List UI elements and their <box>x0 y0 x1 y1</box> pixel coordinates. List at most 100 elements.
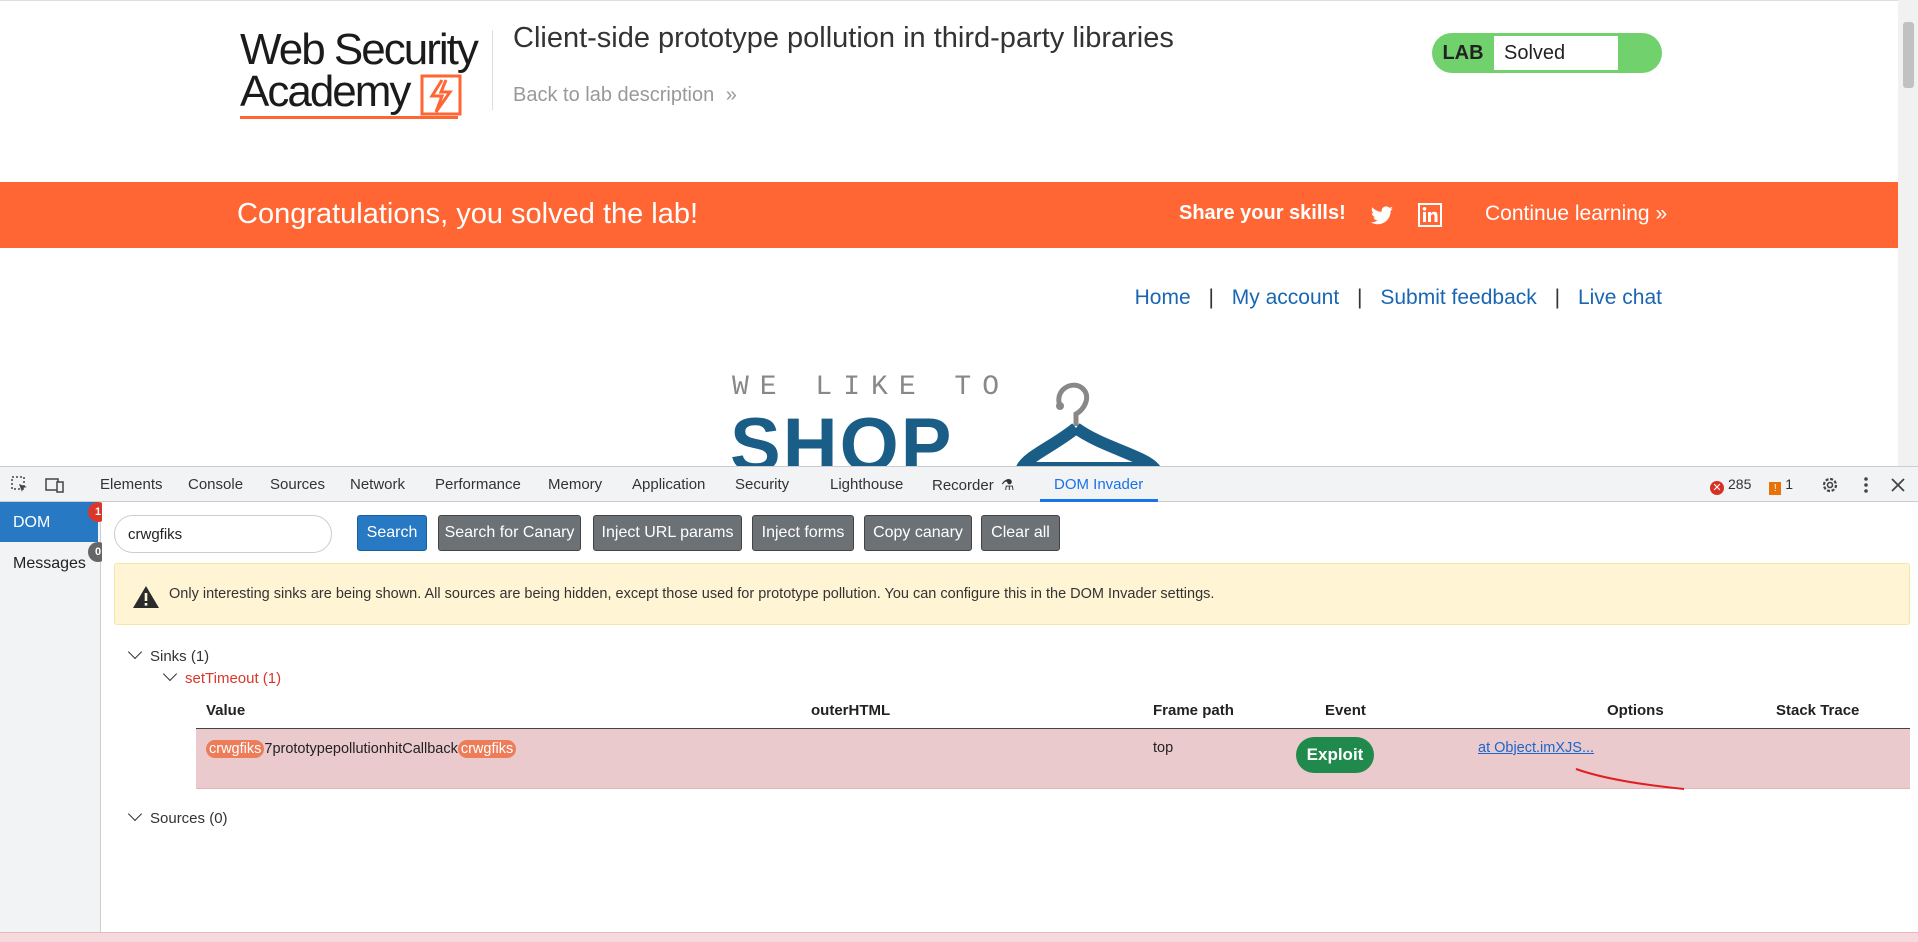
error-count: 285 <box>1728 476 1752 492</box>
sources-tree-node[interactable]: Sources (0) <box>127 806 228 827</box>
chevron-down-icon <box>127 644 143 660</box>
search-for-canary-button[interactable]: Search for Canary <box>438 515 581 551</box>
sinks-label: Sinks (1) <box>150 648 210 665</box>
copy-canary-button[interactable]: Copy canary <box>864 515 972 551</box>
tab-elements[interactable]: Elements <box>100 476 163 493</box>
sinks-tree-node[interactable]: Sinks (1) <box>127 644 210 665</box>
column-header-event: Event <box>1325 702 1366 719</box>
linkedin-icon[interactable] <box>1418 203 1442 227</box>
page-scrollbar-thumb[interactable] <box>1903 22 1914 88</box>
inject-url-params-button[interactable]: Inject URL params <box>593 515 742 551</box>
dom-invader-sidebar: DOM 1 Messages 0 <box>0 502 108 932</box>
header-divider <box>492 30 493 110</box>
gear-icon[interactable] <box>1820 475 1840 495</box>
nav-home-link[interactable]: Home <box>1135 286 1191 309</box>
tab-security[interactable]: Security <box>735 476 789 493</box>
tab-network[interactable]: Network <box>350 476 405 493</box>
close-icon[interactable] <box>1888 475 1908 495</box>
nav-submit-feedback-link[interactable]: Submit feedback <box>1380 286 1536 309</box>
column-header-options: Options <box>1607 702 1664 719</box>
sink-name-label: setTimeout (1) <box>185 670 282 687</box>
solved-banner: Congratulations, you solved the lab! Sha… <box>0 182 1898 248</box>
column-header-outerhtml: outerHTML <box>811 702 891 719</box>
bottom-panel-edge <box>0 932 1918 942</box>
clear-all-button[interactable]: Clear all <box>981 515 1060 551</box>
shop-logo: WE LIKE TO SHOP <box>730 372 1180 466</box>
tab-performance[interactable]: Performance <box>435 476 521 493</box>
lab-status-value: Solved <box>1494 36 1618 70</box>
nav-my-account-link[interactable]: My account <box>1232 286 1339 309</box>
hanger-icon <box>1016 382 1161 466</box>
tab-console[interactable]: Console <box>188 476 243 493</box>
nav-separator: | <box>1357 286 1363 309</box>
logo-line2: Academy <box>240 67 411 116</box>
web-security-academy-logo[interactable]: Web Security Academy <box>238 28 490 122</box>
top-navigation: Home | My account | Submit feedback | Li… <box>1135 286 1662 310</box>
shop-logo-word: SHOP <box>730 403 954 466</box>
stack-trace-link[interactable]: at Object.imXJS... <box>1478 740 1594 756</box>
device-toolbar-icon[interactable] <box>45 475 65 495</box>
lightning-icon <box>420 74 462 116</box>
sink-value: crwgfiks 7prototypepollutionhitCallback cr… <box>206 740 517 758</box>
flask-icon: ⚗ <box>1000 477 1015 494</box>
sidebar-item-messages[interactable]: Messages <box>0 542 98 582</box>
chevron-down-icon <box>127 806 143 822</box>
logo-line1: Web Security <box>240 25 479 74</box>
tab-memory[interactable]: Memory <box>548 476 602 493</box>
continue-learning-label: Continue learning <box>1485 202 1650 225</box>
canary-search-input[interactable] <box>114 515 332 553</box>
issue-counts[interactable]: ✕ 285 ! 1 <box>1710 476 1793 495</box>
tab-recorder-label: Recorder <box>932 477 994 494</box>
canary-highlight: crwgfiks <box>206 740 265 758</box>
continue-learning-link[interactable]: Continue learning » <box>1485 202 1667 226</box>
tab-dom-invader[interactable]: DOM Invader <box>1054 476 1143 493</box>
warning-icon: ! <box>1769 482 1782 495</box>
settings-notice: Only interesting sinks are being shown. … <box>114 563 1910 625</box>
settings-notice-text: Only interesting sinks are being shown. … <box>169 586 1215 602</box>
tab-lighthouse[interactable]: Lighthouse <box>830 476 903 493</box>
warning-count: 1 <box>1785 476 1794 492</box>
top-border <box>0 0 1898 5</box>
twitter-icon[interactable] <box>1370 204 1394 228</box>
canary-highlight: crwgfiks <box>457 740 517 758</box>
sink-value-middle: 7prototypepollutionhitCallback <box>264 741 458 757</box>
frame-path-cell: top <box>1153 740 1174 756</box>
tab-application[interactable]: Application <box>632 476 705 493</box>
column-header-stack-trace: Stack Trace <box>1776 702 1860 719</box>
lab-status-badge: LAB Solved <box>1432 33 1662 73</box>
nav-separator: | <box>1208 286 1214 309</box>
shop-logo-tagline: WE LIKE TO <box>732 372 1011 403</box>
sink-settimeout-node[interactable]: setTimeout (1) <box>162 666 282 687</box>
congratulations-message: Congratulations, you solved the lab! <box>237 198 699 230</box>
column-header-frame-path: Frame path <box>1153 702 1234 719</box>
chevron-down-icon <box>162 666 178 682</box>
red-underline-annotation <box>1575 768 1685 790</box>
double-chevron-right-icon: » <box>1655 202 1668 225</box>
inspect-element-icon[interactable] <box>10 475 30 495</box>
logo-underline <box>240 116 458 119</box>
nav-live-chat-link[interactable]: Live chat <box>1578 286 1662 309</box>
sources-label: Sources (0) <box>150 810 228 827</box>
lab-page: Web Security Academy Client-side prototy… <box>0 0 1898 466</box>
column-header-value: Value <box>206 702 246 719</box>
more-options-icon[interactable] <box>1856 475 1876 495</box>
lab-title: Client-side prototype pollution in third… <box>513 22 1174 54</box>
sidebar-item-dom-label: DOM <box>13 514 51 531</box>
error-icon: ✕ <box>1710 481 1724 495</box>
back-to-description-link[interactable]: Back to lab description » <box>513 84 737 107</box>
inject-forms-button[interactable]: Inject forms <box>752 515 854 551</box>
tab-sources[interactable]: Sources <box>270 476 325 493</box>
double-chevron-right-icon: » <box>725 84 737 106</box>
nav-separator: | <box>1554 286 1561 309</box>
back-link-label: Back to lab description <box>513 84 715 106</box>
search-button[interactable]: Search <box>357 515 427 551</box>
dom-invader-panel: Search Search for Canary Inject URL para… <box>102 502 1918 932</box>
sidebar-item-messages-label: Messages <box>13 555 86 572</box>
warning-icon <box>133 586 159 608</box>
tab-recorder[interactable]: Recorder ⚗ <box>932 476 1014 494</box>
share-skills-label: Share your skills! <box>1179 202 1346 224</box>
lab-status-label: LAB <box>1442 42 1484 64</box>
devtools-tabbar: Elements Console Sources Network Perform… <box>0 466 1918 502</box>
sidebar-item-dom[interactable]: DOM <box>0 502 98 542</box>
exploit-button[interactable]: Exploit <box>1296 737 1374 773</box>
